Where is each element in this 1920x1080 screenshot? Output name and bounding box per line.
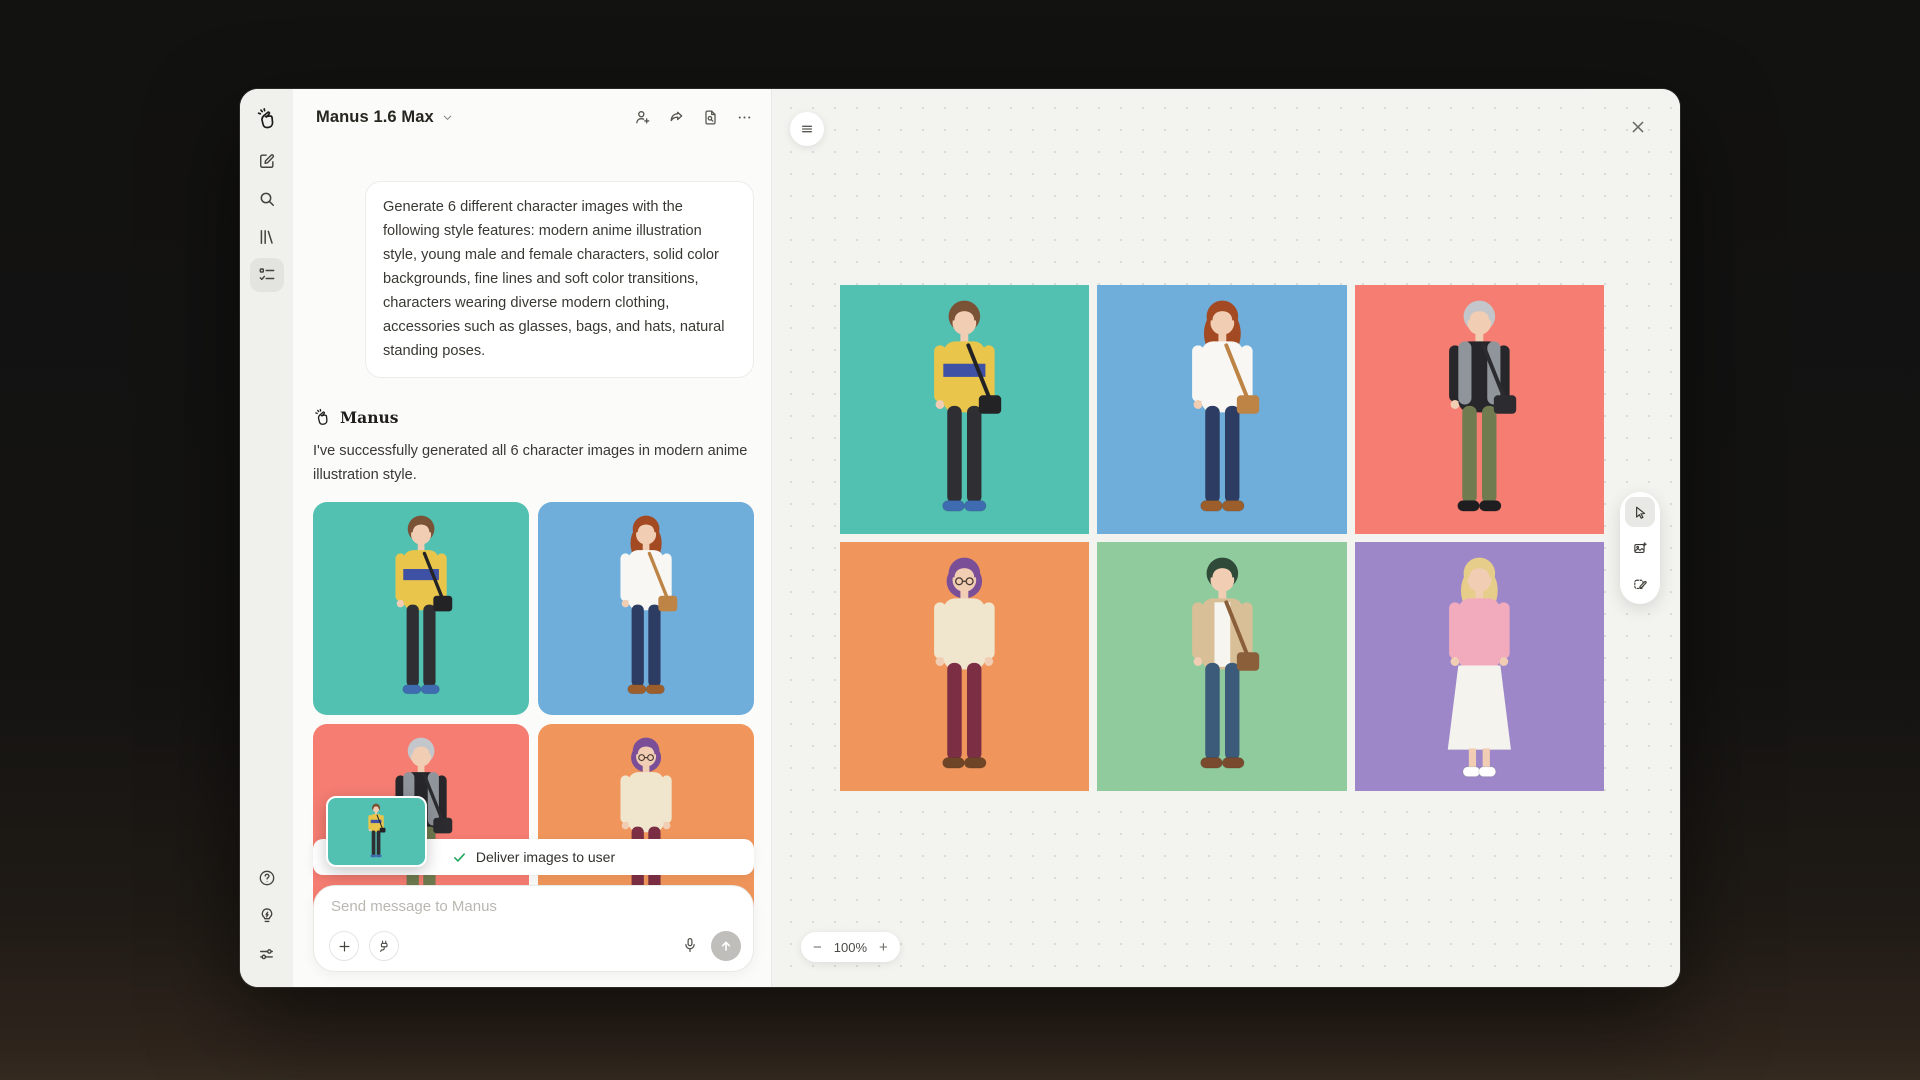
chat-header-actions <box>633 108 754 127</box>
character-image-4[interactable] <box>840 542 1089 791</box>
character-image-6[interactable] <box>1355 542 1604 791</box>
view-files-icon[interactable] <box>701 108 720 127</box>
menu-button[interactable] <box>790 112 824 146</box>
manus-logo-icon[interactable] <box>250 102 284 136</box>
whats-new-icon[interactable] <box>250 899 284 933</box>
character-image-2[interactable] <box>1097 285 1346 534</box>
add-image-tool-button[interactable] <box>1625 533 1655 563</box>
edit-selection-icon <box>1632 576 1649 593</box>
icon-sidebar <box>240 89 293 987</box>
add-collaborator-icon[interactable] <box>633 108 652 127</box>
check-icon <box>452 850 467 865</box>
chat-title: Manus 1.6 Max <box>316 108 434 127</box>
more-options-icon[interactable] <box>735 108 754 127</box>
assistant-name: Manus <box>340 408 398 427</box>
manus-logo-icon <box>313 408 332 427</box>
model-selector[interactable]: Manus 1.6 Max <box>316 108 454 127</box>
select-tool-button[interactable] <box>1625 497 1655 527</box>
character-thumbnail-2[interactable] <box>538 502 754 715</box>
microphone-icon[interactable] <box>679 935 701 957</box>
image-plus-icon <box>1632 540 1649 557</box>
desktop-background: Manus 1.6 Max Generate 6 different chara… <box>0 0 1920 1080</box>
share-icon[interactable] <box>667 108 686 127</box>
connectors-icon[interactable] <box>369 931 399 961</box>
manus-app-window: Manus 1.6 Max Generate 6 different chara… <box>240 89 1680 987</box>
new-task-icon[interactable] <box>250 144 284 178</box>
composer-actions <box>329 931 741 961</box>
search-icon[interactable] <box>250 182 284 216</box>
chevron-down-icon <box>441 111 454 124</box>
chat-header: Manus 1.6 Max <box>293 89 771 145</box>
close-icon[interactable] <box>1626 116 1650 140</box>
zoom-level: 100% <box>834 940 867 955</box>
canvas-toolbar <box>1620 492 1660 604</box>
cursor-icon <box>1632 504 1649 521</box>
zoom-out-button[interactable]: − <box>813 940 822 955</box>
chat-panel: Manus 1.6 Max Generate 6 different chara… <box>293 89 771 987</box>
send-button[interactable] <box>711 931 741 961</box>
character-image-1[interactable] <box>840 285 1089 534</box>
edit-selection-tool-button[interactable] <box>1625 569 1655 599</box>
delivered-image-thumbnail[interactable] <box>326 796 427 867</box>
image-viewer-panel: − 100% + <box>771 89 1680 987</box>
zoom-control: − 100% + <box>801 932 900 962</box>
assistant-message-text: I've successfully generated all 6 charac… <box>313 440 753 487</box>
menu-icon <box>799 121 815 137</box>
attach-icon[interactable] <box>329 931 359 961</box>
character-thumbnail-1[interactable] <box>313 502 529 715</box>
tasks-icon[interactable] <box>250 258 284 292</box>
toast-label: Deliver images to user <box>476 849 615 865</box>
user-message-text: Generate 6 different character images wi… <box>383 199 725 359</box>
preferences-icon[interactable] <box>250 937 284 971</box>
message-composer <box>313 885 754 972</box>
message-input[interactable] <box>329 897 741 916</box>
character-image-5[interactable] <box>1097 542 1346 791</box>
arrow-up-icon <box>718 938 734 954</box>
help-icon[interactable] <box>250 861 284 895</box>
library-icon[interactable] <box>250 220 284 254</box>
zoom-in-button[interactable]: + <box>879 940 888 955</box>
assistant-header: Manus <box>313 408 754 427</box>
user-message-bubble: Generate 6 different character images wi… <box>365 181 754 378</box>
character-image-grid <box>840 285 1604 791</box>
character-image-3[interactable] <box>1355 285 1604 534</box>
